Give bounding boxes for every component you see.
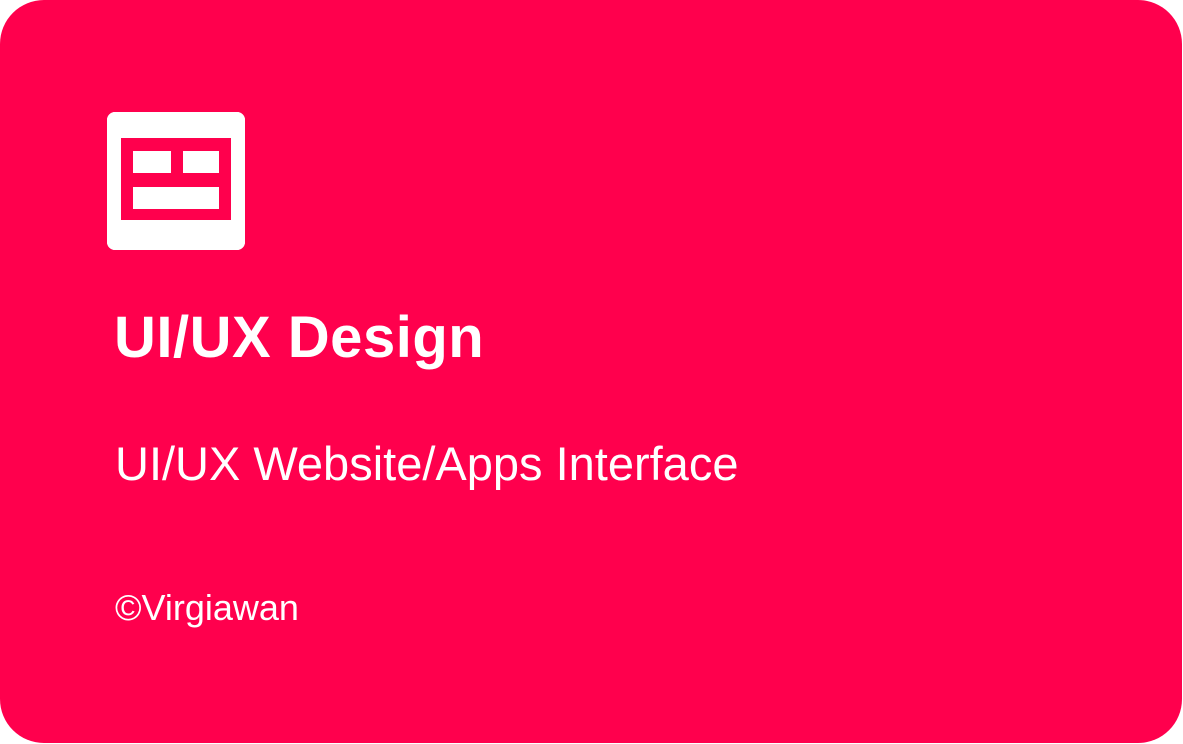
- card-title: UI/UX Design: [114, 305, 485, 370]
- project-card[interactable]: UI/UX Design UI/UX Website/Apps Interfac…: [0, 0, 1182, 743]
- layout-icon: [107, 112, 245, 250]
- layout-grid-icon: [107, 112, 245, 250]
- card-subtitle: UI/UX Website/Apps Interface: [115, 437, 739, 490]
- card-credit: ©Virgiawan: [115, 587, 299, 628]
